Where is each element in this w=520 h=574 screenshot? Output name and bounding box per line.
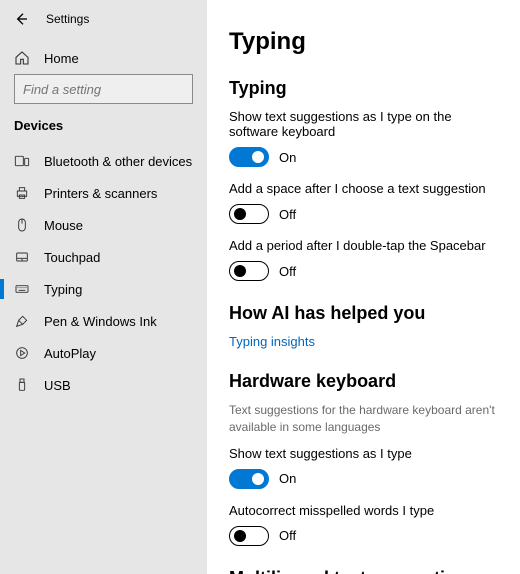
sidebar-item-autoplay[interactable]: AutoPlay xyxy=(0,337,207,369)
toggle-autocorrect[interactable] xyxy=(229,526,269,546)
sidebar-item-touchpad[interactable]: Touchpad xyxy=(0,241,207,273)
home-icon xyxy=(14,50,30,66)
sidebar-item-label: Pen & Windows Ink xyxy=(44,314,157,329)
section-help: Text suggestions for the hardware keyboa… xyxy=(229,402,498,436)
section-title: How AI has helped you xyxy=(229,303,498,324)
autoplay-icon xyxy=(14,345,30,361)
toggle-add-period[interactable] xyxy=(229,261,269,281)
toggle-state: Off xyxy=(279,528,296,543)
page-title: Typing xyxy=(229,28,498,56)
printer-icon xyxy=(14,185,30,201)
search-wrap xyxy=(0,74,207,118)
sidebar-item-label: Bluetooth & other devices xyxy=(44,154,192,169)
toggle-state: Off xyxy=(279,264,296,279)
sidebar-item-mouse[interactable]: Mouse xyxy=(0,209,207,241)
setting-label: Show text suggestions as I type xyxy=(229,446,498,461)
sidebar: Settings Home Devices Bluetooth & other … xyxy=(0,0,207,574)
keyboard-icon xyxy=(14,281,30,297)
titlebar: Settings xyxy=(0,10,207,42)
setting-add-space: Add a space after I choose a text sugges… xyxy=(229,181,498,224)
setting-sw-suggestions: Show text suggestions as I type on the s… xyxy=(229,109,498,167)
sidebar-item-label: AutoPlay xyxy=(44,346,96,361)
sidebar-item-label: Typing xyxy=(44,282,82,297)
usb-icon xyxy=(14,377,30,393)
section-ai: How AI has helped you Typing insights xyxy=(229,303,498,349)
arrow-left-icon xyxy=(13,11,29,27)
section-title: Typing xyxy=(229,78,498,99)
sidebar-item-label: Touchpad xyxy=(44,250,100,265)
setting-hw-suggestions: Show text suggestions as I type On xyxy=(229,446,498,489)
setting-label: Add a space after I choose a text sugges… xyxy=(229,181,498,196)
setting-label: Autocorrect misspelled words I type xyxy=(229,503,498,518)
sidebar-category: Devices xyxy=(0,118,207,145)
sidebar-item-label: Mouse xyxy=(44,218,83,233)
sidebar-home[interactable]: Home xyxy=(0,42,207,74)
sidebar-item-label: USB xyxy=(44,378,71,393)
back-button[interactable] xyxy=(12,10,30,28)
toggle-state: On xyxy=(279,150,296,165)
sidebar-item-typing[interactable]: Typing xyxy=(0,273,207,305)
sidebar-home-label: Home xyxy=(44,51,79,66)
toggle-state: Off xyxy=(279,207,296,222)
link-typing-insights[interactable]: Typing insights xyxy=(229,334,315,349)
toggle-sw-suggestions[interactable] xyxy=(229,147,269,167)
mouse-icon xyxy=(14,217,30,233)
app-title: Settings xyxy=(46,12,89,26)
section-typing: Typing Show text suggestions as I type o… xyxy=(229,78,498,281)
sidebar-item-printers[interactable]: Printers & scanners xyxy=(0,177,207,209)
main-content: Typing Typing Show text suggestions as I… xyxy=(207,0,520,574)
sidebar-item-pen[interactable]: Pen & Windows Ink xyxy=(0,305,207,337)
setting-autocorrect: Autocorrect misspelled words I type Off xyxy=(229,503,498,546)
devices-icon xyxy=(14,153,30,169)
toggle-state: On xyxy=(279,471,296,486)
section-hardware-keyboard: Hardware keyboard Text suggestions for t… xyxy=(229,371,498,546)
sidebar-item-label: Printers & scanners xyxy=(44,186,157,201)
setting-label: Add a period after I double-tap the Spac… xyxy=(229,238,498,253)
sidebar-item-usb[interactable]: USB xyxy=(0,369,207,401)
toggle-hw-suggestions[interactable] xyxy=(229,469,269,489)
pen-icon xyxy=(14,313,30,329)
section-title: Hardware keyboard xyxy=(229,371,498,392)
section-multilingual: Multilingual text suggestions Show text … xyxy=(229,568,498,574)
search-box[interactable] xyxy=(14,74,193,104)
search-input[interactable] xyxy=(23,82,201,97)
sidebar-item-bluetooth[interactable]: Bluetooth & other devices xyxy=(0,145,207,177)
toggle-add-space[interactable] xyxy=(229,204,269,224)
touchpad-icon xyxy=(14,249,30,265)
section-title: Multilingual text suggestions xyxy=(229,568,498,574)
setting-label: Show text suggestions as I type on the s… xyxy=(229,109,498,139)
setting-add-period: Add a period after I double-tap the Spac… xyxy=(229,238,498,281)
